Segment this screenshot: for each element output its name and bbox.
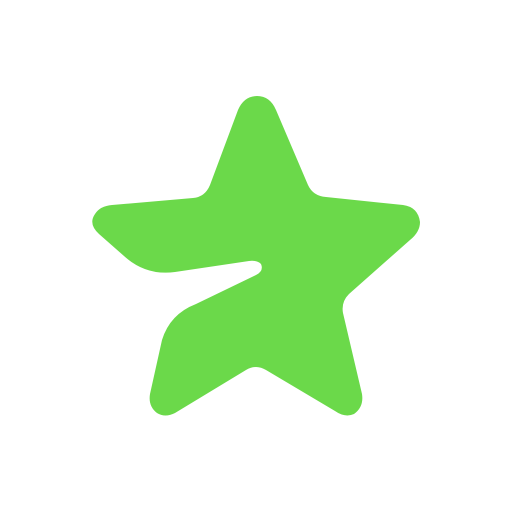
app-icon-canvas xyxy=(0,0,512,512)
star-logo-icon xyxy=(92,96,421,416)
star-shape xyxy=(92,96,421,416)
